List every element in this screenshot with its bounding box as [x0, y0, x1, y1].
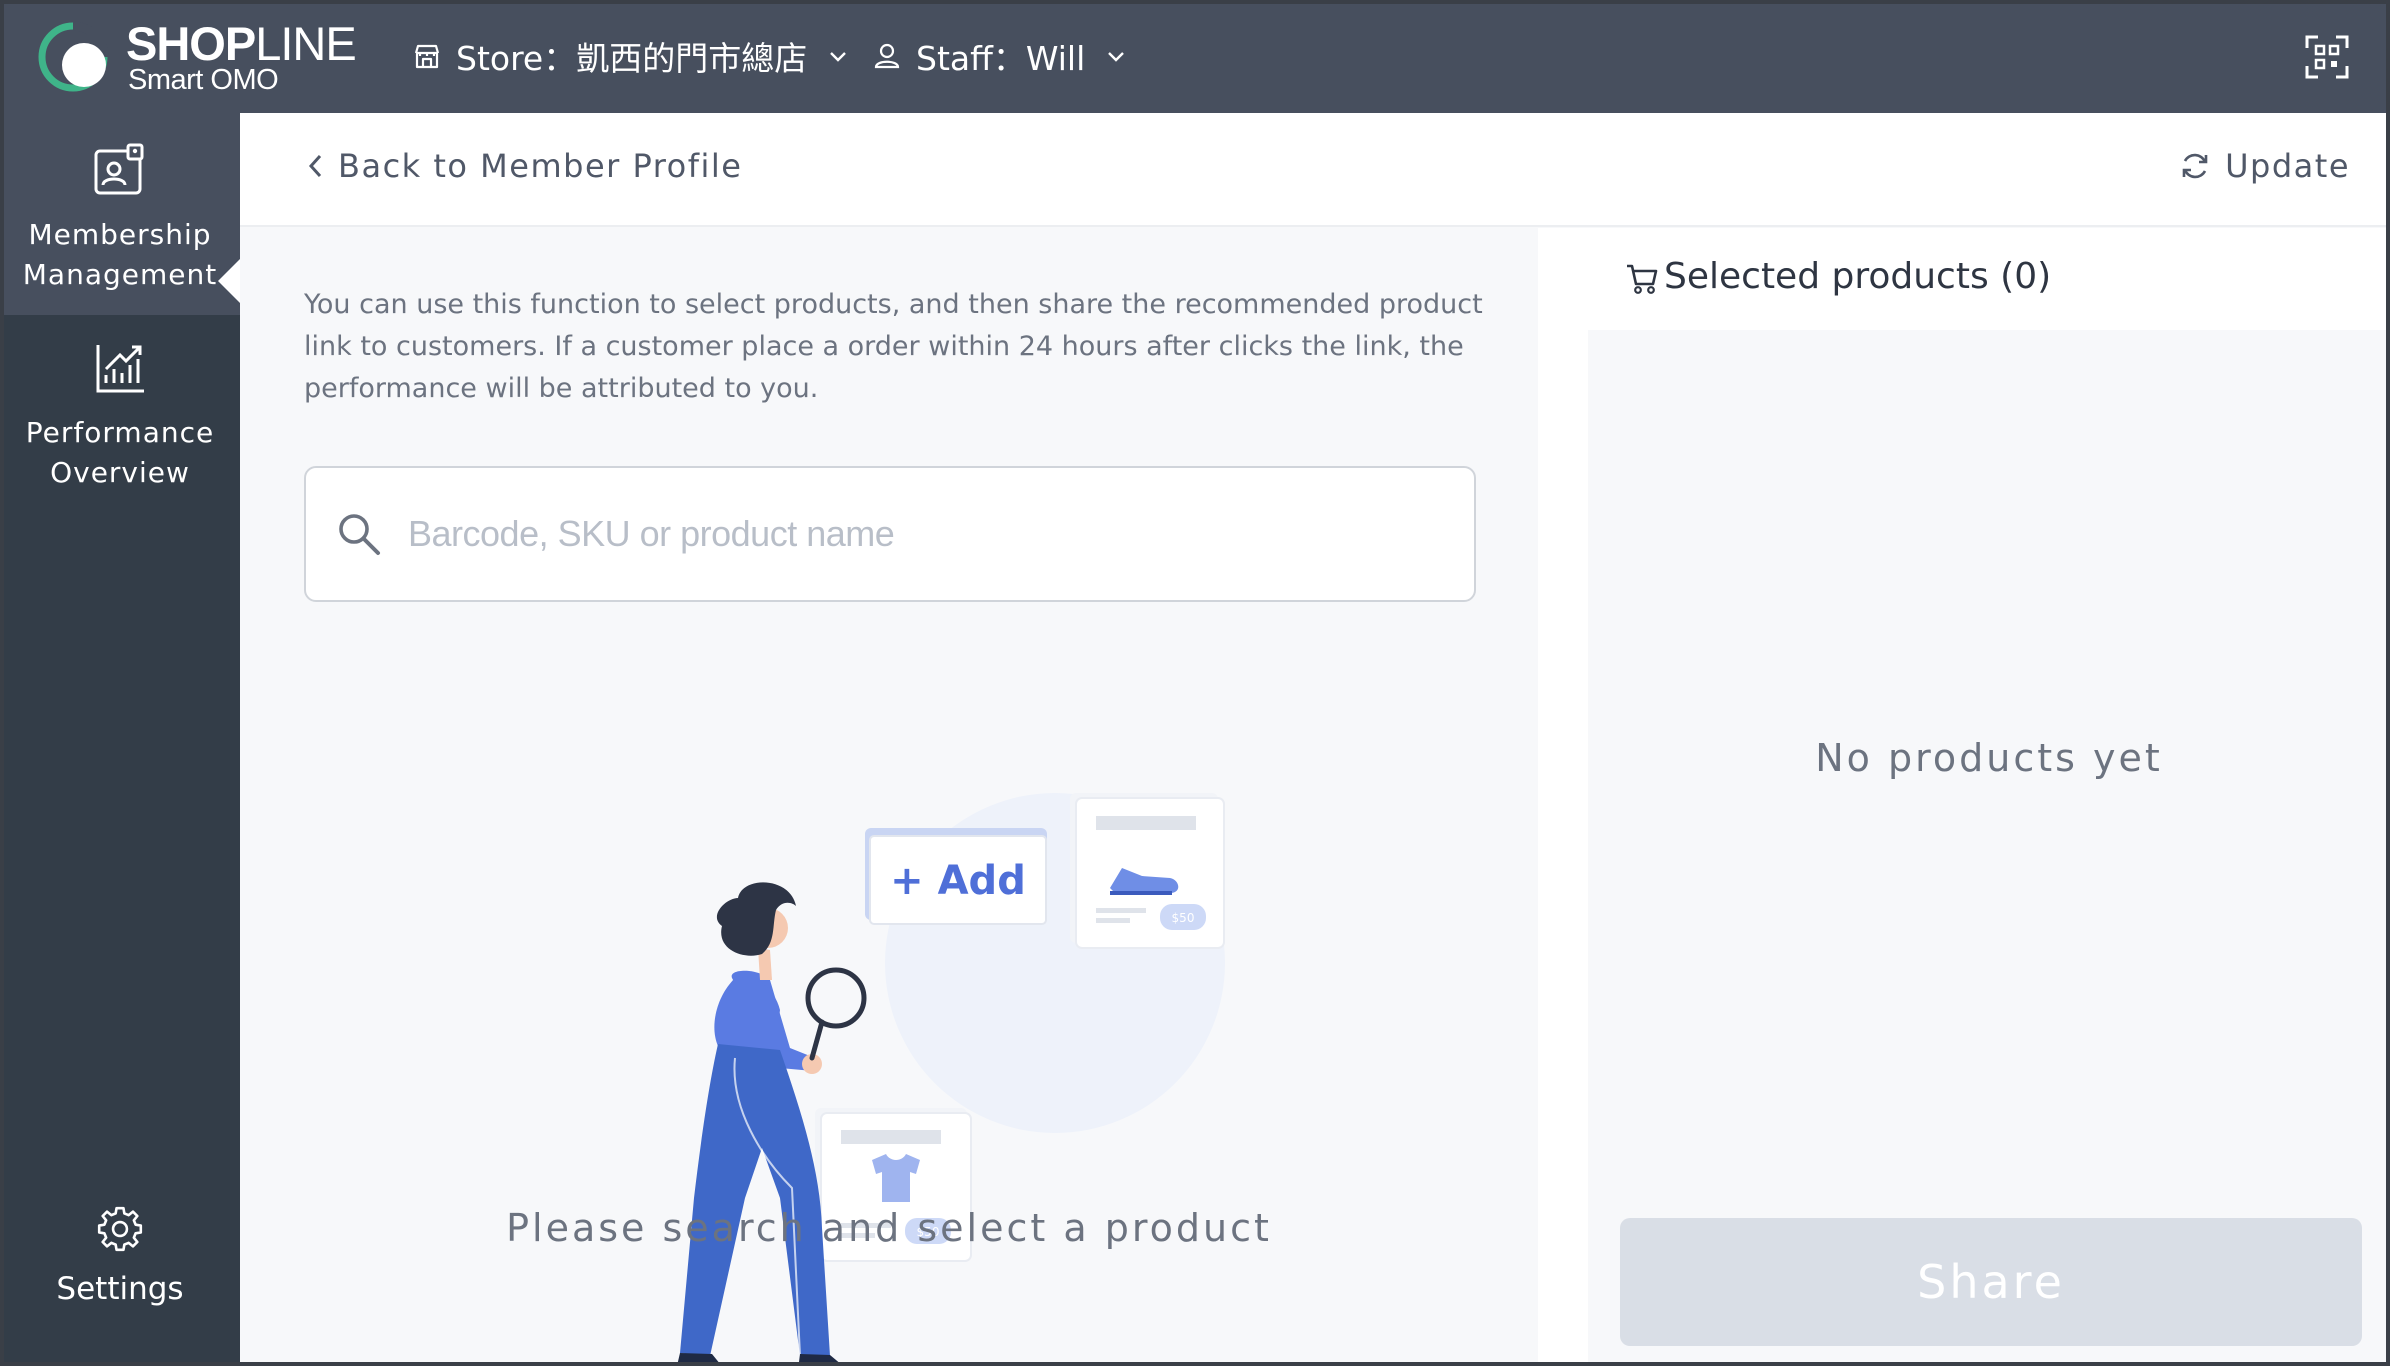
intro-description: You can use this function to select prod…	[304, 289, 1483, 404]
brand-subtitle: Smart OMO	[128, 64, 279, 96]
selected-products-list: No products yet	[1588, 330, 2390, 1186]
selected-products-footer: Share	[1588, 1186, 2390, 1366]
staff-selector-label: Staff：Will	[916, 39, 1086, 78]
store-selector-label: Store：凱西的門市總店	[456, 39, 808, 78]
sidebar-item-label: Membership Management	[22, 218, 218, 291]
store-selector[interactable]: Store：凱西的門市總店	[412, 30, 849, 82]
refresh-icon	[2179, 150, 2211, 182]
page-header: Back to Member Profile Update	[240, 113, 2390, 227]
search-icon	[336, 511, 382, 557]
search-illustration: $50 + Add $50	[676, 793, 1225, 1366]
sidebar-item-membership-management[interactable]: Membership Management	[0, 113, 240, 315]
sidebar-item-label: Performance Overview	[25, 416, 215, 489]
active-indicator	[218, 259, 240, 303]
search-empty-message: Please search and select a product	[506, 1206, 1272, 1250]
selected-products-count-label: Selected products (0)	[1664, 256, 2052, 297]
back-to-member-profile-link[interactable]: Back to Member Profile	[304, 147, 742, 185]
share-button[interactable]: Share	[1620, 1218, 2362, 1346]
logo-mark-icon	[38, 21, 109, 92]
chevron-left-icon	[304, 151, 326, 181]
sidebar-item-settings[interactable]: Settings	[0, 1203, 240, 1309]
selected-products-title: Selected products (0)	[1624, 256, 2051, 297]
sidebar-item-label: Settings	[56, 1271, 184, 1307]
chevron-down-icon	[827, 45, 849, 67]
chart-up-icon	[96, 345, 144, 393]
update-button[interactable]: Update	[2179, 147, 2350, 185]
add-label: + Add	[890, 858, 1026, 904]
member-card-icon	[94, 143, 144, 195]
chevron-down-icon	[1105, 45, 1127, 67]
staff-selector[interactable]: Staff：Will	[872, 30, 1127, 82]
selected-products-panel: Selected products (0) No products yet Sh…	[1538, 228, 2390, 1366]
store-icon	[412, 41, 442, 71]
update-button-label: Update	[2225, 147, 2350, 185]
no-products-message: No products yet	[1815, 736, 2163, 780]
product-search-box[interactable]	[304, 466, 1476, 602]
shopline-logo[interactable]: SHOPLINE Smart OMO	[36, 17, 366, 98]
product-search-panel: You can use this function to select prod…	[240, 228, 1538, 1366]
qr-scan-icon[interactable]	[2304, 34, 2350, 80]
brand-wordmark: SHOPLINE	[126, 17, 357, 70]
top-bar: SHOPLINE Smart OMO Store：凱西的門市總店 Staff：W…	[0, 0, 2390, 113]
back-link-label: Back to Member Profile	[338, 147, 743, 185]
person-icon	[872, 41, 902, 71]
cart-icon	[1624, 259, 1660, 295]
price-tag-label: $50	[1172, 911, 1195, 925]
sidebar: Membership Management Performance Overvi…	[0, 113, 240, 1366]
product-search-input[interactable]	[408, 513, 1448, 555]
sidebar-item-performance-overview[interactable]: Performance Overview	[0, 339, 240, 493]
gear-icon	[97, 1206, 143, 1252]
